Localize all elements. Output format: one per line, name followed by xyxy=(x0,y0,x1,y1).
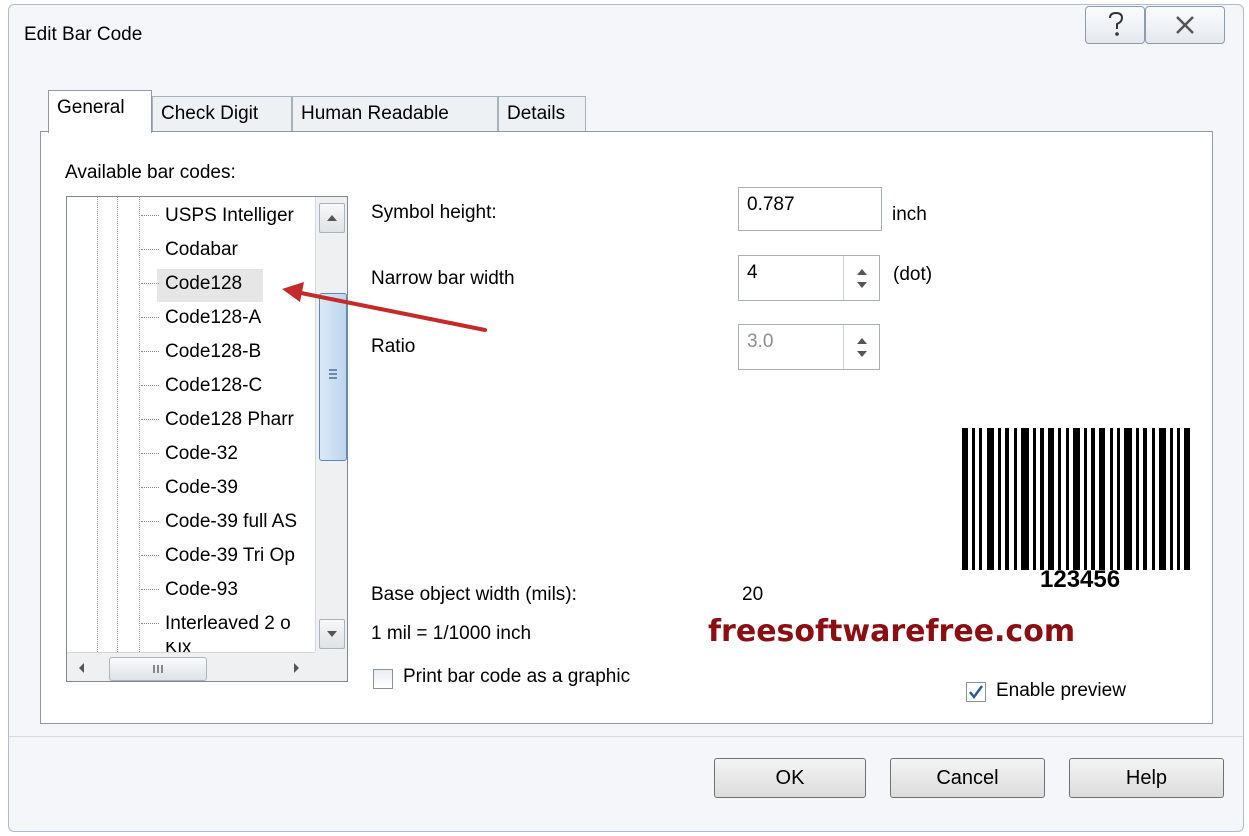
cancel-button[interactable]: Cancel xyxy=(890,758,1045,798)
button-bar-separator xyxy=(9,736,1243,737)
symbol-height-input[interactable]: 0.787 xyxy=(738,187,882,231)
tree-item-code128-c[interactable]: Code128-C xyxy=(165,370,262,401)
enable-preview-label: Enable preview xyxy=(996,680,1126,701)
tree-connector xyxy=(141,623,159,624)
base-width-label: Base object width (mils): xyxy=(371,584,577,605)
base-width-value: 20 xyxy=(742,584,764,605)
help-button[interactable]: Help xyxy=(1069,758,1224,798)
tree-item-code128-b[interactable]: Code128-B xyxy=(165,336,261,367)
close-icon xyxy=(1176,16,1194,34)
tree-connector xyxy=(141,385,159,386)
tree-guide-line xyxy=(97,197,98,652)
tree-item-codabar[interactable]: Codabar xyxy=(165,234,238,265)
tree-connector xyxy=(141,283,159,284)
barcode-preview-image xyxy=(962,428,1190,570)
tree-connector xyxy=(141,317,159,318)
tree-connector xyxy=(141,555,159,556)
horizontal-scrollbar[interactable] xyxy=(67,652,315,681)
tree-connector xyxy=(141,521,159,522)
tree-item-code-39[interactable]: Code-39 xyxy=(165,472,238,503)
barcode-tree-list[interactable]: USPS Intelliger Codabar Code128 Code128-… xyxy=(66,196,348,682)
arrow-down-icon xyxy=(327,631,337,637)
symbol-height-unit: inch xyxy=(892,204,927,225)
tree-guide-line xyxy=(117,197,118,652)
narrow-bar-width-input[interactable]: 4 xyxy=(738,255,880,301)
help-caption-button[interactable] xyxy=(1085,6,1145,44)
ratio-value: 3.0 xyxy=(747,331,774,352)
narrow-bar-width-unit: (dot) xyxy=(893,264,933,285)
close-caption-button[interactable] xyxy=(1145,6,1225,44)
tree-item-code128-a[interactable]: Code128-A xyxy=(165,302,261,333)
ok-button[interactable]: OK xyxy=(714,758,866,798)
tree-connector xyxy=(141,487,159,488)
annotation-arrow xyxy=(282,282,487,332)
enable-preview-checkbox[interactable] xyxy=(966,682,986,702)
tree-item-code-93[interactable]: Code-93 xyxy=(165,574,238,605)
tree-item-code-39-tri[interactable]: Code-39 Tri Op xyxy=(165,540,295,571)
available-barcodes-label: Available bar codes: xyxy=(65,162,236,183)
watermark-text: freesoftwarefree.com xyxy=(708,614,1076,649)
ratio-spinner[interactable] xyxy=(843,325,879,369)
print-as-graphic-checkbox[interactable] xyxy=(373,669,393,689)
tab-human-readable[interactable]: Human Readable xyxy=(292,96,498,132)
scroll-corner xyxy=(315,652,347,681)
tree-item-code-32[interactable]: Code-32 xyxy=(165,438,238,469)
vertical-scrollbar[interactable] xyxy=(315,197,347,652)
tree-guide-line xyxy=(139,197,140,652)
tree-item-usps[interactable]: USPS Intelliger xyxy=(165,200,294,231)
tree-connector xyxy=(141,215,159,216)
arrow-up-icon xyxy=(327,215,337,221)
dialog-title: Edit Bar Code xyxy=(24,24,143,45)
tab-check-digit[interactable]: Check Digit xyxy=(152,96,292,132)
tree-item-code128-pharma[interactable]: Code128 Pharr xyxy=(165,404,294,435)
ratio-input[interactable]: 3.0 xyxy=(738,324,880,370)
tree-connector xyxy=(141,453,159,454)
tree-item-interleaved[interactable]: Interleaved 2 o xyxy=(165,608,291,639)
barcode-preview-text: 123456 xyxy=(1040,566,1121,593)
arrow-right-icon[interactable] xyxy=(289,661,303,675)
spin-arrows-icon xyxy=(857,269,867,288)
tree-connector xyxy=(141,419,159,420)
grip-icon xyxy=(153,665,163,673)
tree-item-code128[interactable]: Code128 xyxy=(165,268,242,299)
scroll-down-button[interactable] xyxy=(319,619,345,649)
tab-general[interactable]: General xyxy=(48,90,152,133)
mil-note: 1 mil = 1/1000 inch xyxy=(371,623,532,644)
tree-item-code-39-full[interactable]: Code-39 full AS xyxy=(165,506,297,537)
tab-details[interactable]: Details xyxy=(498,96,586,132)
tree-connector xyxy=(141,351,159,352)
print-as-graphic-label: Print bar code as a graphic xyxy=(403,666,631,687)
checkmark-icon xyxy=(969,685,984,700)
symbol-height-label: Symbol height: xyxy=(371,202,497,223)
question-mark-icon xyxy=(1109,11,1124,36)
arrow-left-icon[interactable] xyxy=(75,661,89,675)
scroll-up-button[interactable] xyxy=(319,203,345,233)
narrow-bar-width-value: 4 xyxy=(747,262,758,283)
narrow-bar-spinner[interactable] xyxy=(843,256,879,300)
horizontal-scroll-thumb[interactable] xyxy=(109,657,207,681)
tree-connector xyxy=(141,589,159,590)
spin-arrows-icon xyxy=(857,338,867,357)
tree-connector xyxy=(141,249,159,250)
